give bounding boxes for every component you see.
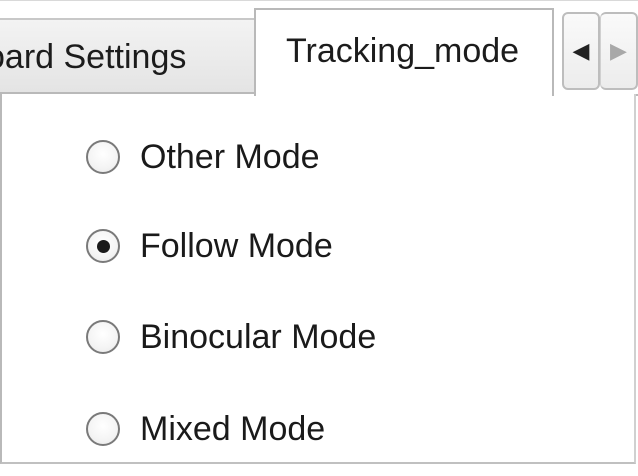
tab-scroll-left-button[interactable]: ◀ [562, 12, 600, 90]
triangle-right-icon: ▶ [610, 38, 627, 63]
radio-label: Binocular Mode [140, 317, 377, 356]
radio-selected-dot [96, 239, 110, 253]
radio-option-binocular-mode[interactable]: Binocular Mode [86, 312, 376, 362]
tab-board-settings[interactable]: oard Settings [0, 18, 256, 94]
tab-control-window: oard Settings Tracking_mode ◀ ▶ Other Mo… [0, 0, 638, 476]
radio-button[interactable] [86, 320, 120, 354]
radio-option-follow-mode[interactable]: Follow Mode [86, 221, 333, 271]
radio-button[interactable] [86, 412, 120, 446]
radio-label: Mixed Mode [140, 409, 326, 448]
radio-option-mixed-mode[interactable]: Mixed Mode [86, 404, 325, 454]
tab-tracking-mode-label: Tracking_mode [286, 32, 520, 70]
frame-top-border [0, 0, 638, 1]
tab-scroll-right-button[interactable]: ▶ [600, 12, 638, 90]
radio-button[interactable] [86, 140, 120, 174]
triangle-left-icon: ◀ [572, 38, 590, 63]
radio-label: Other Mode [140, 137, 320, 176]
radio-button[interactable] [86, 229, 120, 263]
tab-board-settings-label: oard Settings [0, 38, 187, 76]
radio-label: Follow Mode [140, 226, 333, 265]
radio-option-other-mode[interactable]: Other Mode [86, 132, 320, 182]
tracking-mode-panel: Other Mode Follow Mode Binocular Mode Mi… [0, 94, 636, 464]
tab-tracking-mode[interactable]: Tracking_mode [254, 8, 554, 96]
